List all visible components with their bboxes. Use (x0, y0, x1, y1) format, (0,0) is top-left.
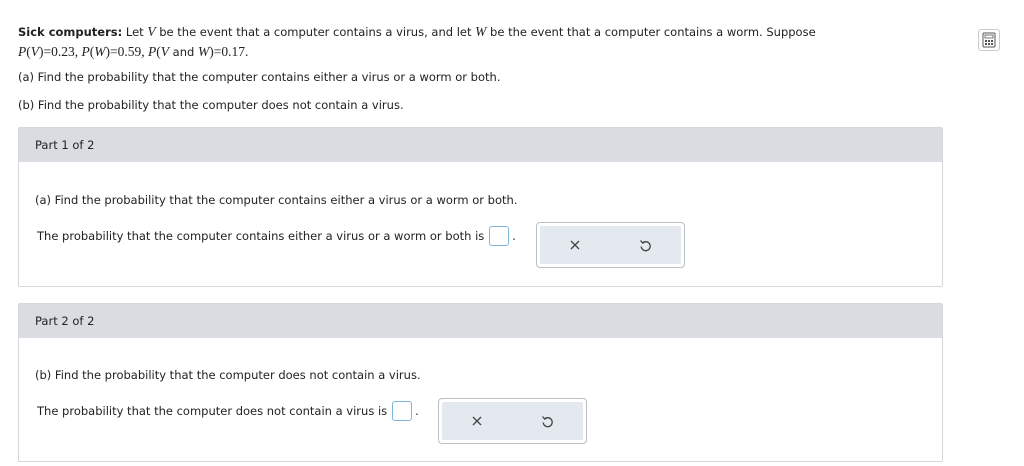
part-1-header: Part 1 of 2 (19, 128, 942, 162)
question-a: (a) Find the probability that the comput… (18, 70, 501, 84)
var-w: W (475, 24, 487, 39)
part-1-answer-row: The probability that the computer contai… (37, 226, 516, 246)
clear-icon[interactable] (564, 234, 586, 256)
part-1-answer-prompt: The probability that the computer contai… (37, 229, 485, 243)
question-b: (b) Find the probability that the comput… (18, 98, 404, 112)
problem-statement: Sick computers: Let V be the event that … (18, 22, 918, 62)
part-1-panel: Part 1 of 2 (a) Find the probability tha… (18, 127, 943, 287)
part-2-answer-input[interactable] (392, 401, 413, 421)
part-2-tools (438, 398, 587, 444)
calculator-icon[interactable] (978, 29, 1000, 51)
part-2-answer-row: The probability that the computer does n… (37, 401, 419, 421)
undo-icon[interactable] (635, 234, 657, 256)
part-2-question: (b) Find the probability that the comput… (35, 368, 421, 382)
part-2-panel: Part 2 of 2 (b) Find the probability tha… (18, 303, 943, 462)
part-1-question: (a) Find the probability that the comput… (35, 193, 518, 207)
part-2-header: Part 2 of 2 (19, 304, 942, 338)
part-2-answer-prompt: The probability that the computer does n… (37, 404, 388, 418)
part-1-tools (536, 222, 685, 268)
undo-icon[interactable] (537, 410, 559, 432)
problem-title: Sick computers: (18, 25, 123, 39)
given-probabilities: P(V)=0.23, P(W)=0.59, P(V and W)=0.17. (18, 44, 249, 59)
clear-icon[interactable] (466, 410, 488, 432)
part-1-answer-input[interactable] (489, 226, 510, 246)
var-v: V (147, 24, 156, 39)
